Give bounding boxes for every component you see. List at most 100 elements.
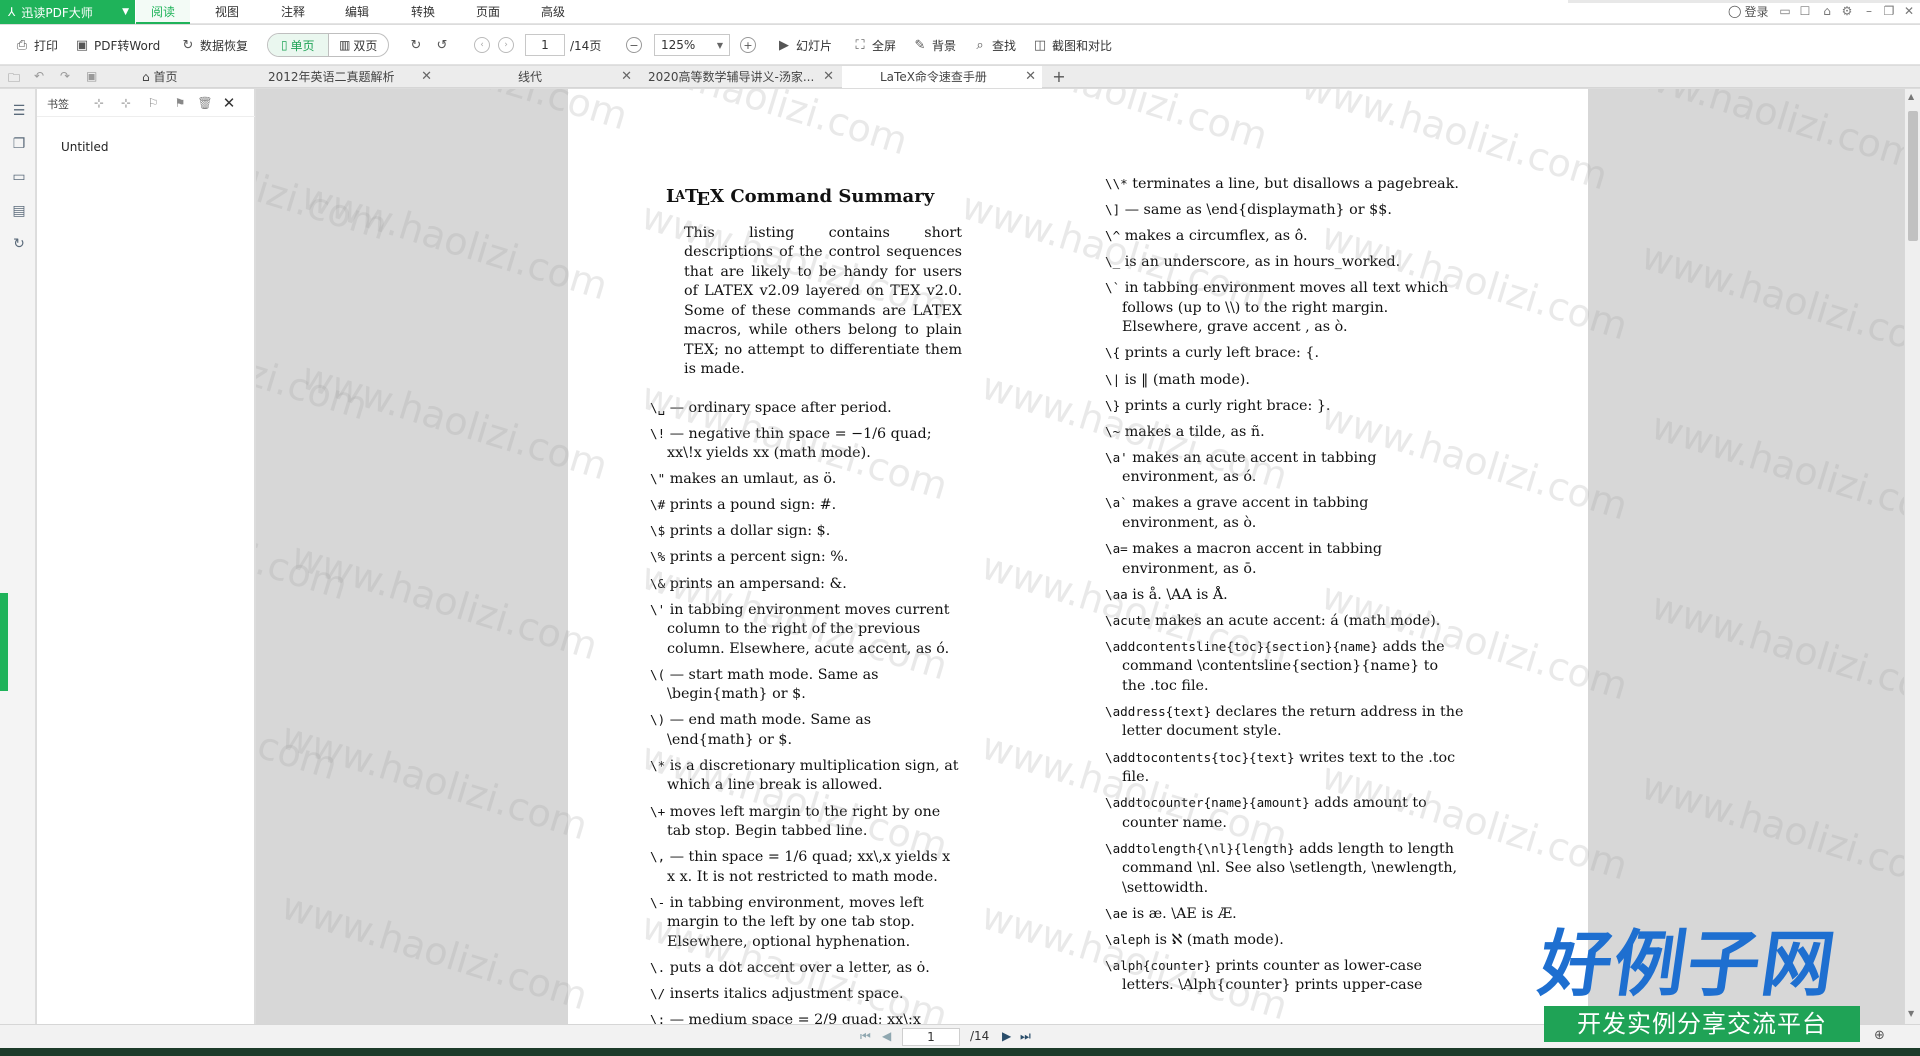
- close-window-icon[interactable]: ✕: [1900, 2, 1918, 20]
- rotate-left-icon[interactable]: ↺: [434, 34, 450, 56]
- first-page-icon[interactable]: ⏮: [860, 1029, 871, 1044]
- collapse-all-icon[interactable]: ⊹: [118, 95, 134, 111]
- vertical-scrollbar[interactable]: ▲ ▼: [1904, 89, 1920, 1024]
- ribbon-tab-annotate[interactable]: 注释: [266, 0, 320, 24]
- tab-math-notes[interactable]: 2020高等数学辅导讲义-汤家... ✕: [640, 66, 840, 88]
- next-page-icon[interactable]: ›: [498, 34, 514, 56]
- close-tab-icon[interactable]: ✕: [421, 66, 432, 88]
- login-button[interactable]: ◯ 登录: [1728, 2, 1768, 20]
- rotate-right-icon[interactable]: ↻: [408, 34, 424, 56]
- command-name: \*: [650, 757, 666, 773]
- skin-icon[interactable]: ⌂: [1818, 2, 1836, 20]
- left-tool-rail: ☰ ❐ ▭ ▤ ↻: [0, 89, 36, 1024]
- tab-home[interactable]: ⌂ 首页: [136, 66, 246, 88]
- ribbon-tab-read[interactable]: 阅读: [136, 0, 190, 24]
- scroll-down-icon[interactable]: ▼: [1908, 1009, 1914, 1018]
- pdf-to-word-button[interactable]: ▣ PDF转Word: [74, 34, 160, 56]
- save-icon[interactable]: ▣: [86, 69, 102, 85]
- user-icon: ◯: [1728, 4, 1742, 18]
- single-page-button[interactable]: ▯ 单页: [268, 34, 329, 56]
- command-name: \aa: [1105, 586, 1128, 602]
- chevron-down-icon: ▼: [122, 7, 129, 17]
- ribbon-tab-convert[interactable]: 转换: [396, 0, 450, 24]
- bookmark-item[interactable]: Untitled: [61, 140, 108, 154]
- close-tab-icon[interactable]: ✕: [823, 66, 834, 88]
- command-entry: \# prints a pound sign: #.: [650, 495, 962, 516]
- command-name: \addtocounter{name}{amount}: [1105, 795, 1310, 811]
- last-page-icon[interactable]: ⏭: [1020, 1029, 1031, 1044]
- edit-bookmark-icon[interactable]: ⚑: [172, 95, 188, 111]
- comments-icon[interactable]: ▭: [10, 168, 28, 186]
- tab-linear-algebra[interactable]: 线代 ✕: [440, 66, 638, 88]
- zoom-in-icon[interactable]: +: [740, 34, 756, 56]
- ribbon-tab-page[interactable]: 页面: [461, 0, 515, 24]
- ribbon-tab-edit[interactable]: 编辑: [330, 0, 384, 24]
- command-description: prints a curly right brace: }.: [1120, 397, 1331, 414]
- word-convert-icon: ▣: [75, 37, 89, 53]
- watermark: www.haolizi.com: [276, 713, 593, 849]
- bookmark-list-icon[interactable]: ☰: [10, 102, 28, 120]
- command-name: \(: [650, 666, 666, 682]
- command-name: \␣: [650, 399, 666, 415]
- command-name: \': [650, 601, 666, 617]
- fullscreen-button[interactable]: ⛶ 全屏: [852, 34, 896, 56]
- panel-collapse-handle[interactable]: [0, 593, 8, 691]
- redo-icon[interactable]: ↷: [60, 69, 76, 85]
- open-folder-icon[interactable]: 🗀: [8, 69, 24, 85]
- zoom-select[interactable]: 125% ▼: [654, 34, 730, 56]
- prev-page-icon[interactable]: ◀: [882, 1029, 891, 1043]
- message-icon[interactable]: ▭: [1776, 2, 1794, 20]
- zoom-in-icon[interactable]: ⊕: [1874, 1028, 1885, 1043]
- data-recover-button[interactable]: ↻ 数据恢复: [180, 34, 248, 56]
- prev-page-icon[interactable]: ‹: [474, 34, 490, 56]
- double-page-icon: ▥: [339, 38, 351, 52]
- close-tab-icon[interactable]: ✕: [621, 66, 632, 88]
- app-menu-button[interactable]: ⅄ 迅读PDF大师 ▼: [0, 0, 135, 24]
- home-icon: ⌂: [142, 70, 150, 84]
- command-name: \aleph: [1105, 931, 1151, 947]
- undo-icon[interactable]: ↶: [34, 69, 50, 85]
- next-page-icon[interactable]: ▶: [1002, 1029, 1011, 1043]
- command-entry: \& prints an ampersand: &.: [650, 574, 962, 595]
- slideshow-button[interactable]: ▶ 幻灯片: [776, 34, 832, 56]
- restore-icon[interactable]: ❐: [1880, 2, 1898, 20]
- feedback-icon[interactable]: ☐: [1796, 2, 1814, 20]
- command-name: \ae: [1105, 905, 1128, 921]
- scrollbar-thumb[interactable]: [1908, 111, 1918, 241]
- close-panel-icon[interactable]: ✕: [221, 94, 237, 112]
- command-entry: \aleph is ℵ (math mode).: [1105, 930, 1465, 951]
- ribbon-tab-view[interactable]: 视图: [200, 0, 254, 24]
- thumbnails-icon[interactable]: ❐: [10, 135, 28, 153]
- command-name: \-: [650, 894, 666, 910]
- print-button[interactable]: ⎙ 打印: [14, 34, 58, 56]
- printer-icon: ⎙: [16, 37, 28, 53]
- attachments-icon[interactable]: ▤: [10, 202, 28, 220]
- expand-all-icon[interactable]: ⊹: [91, 95, 107, 111]
- history-icon[interactable]: ↻: [10, 235, 28, 253]
- settings-gear-icon[interactable]: ⚙: [1838, 2, 1856, 20]
- search-icon: ⌕: [976, 37, 984, 53]
- tab-latex-manual[interactable]: LaTeX命令速查手册 ✕: [842, 66, 1042, 88]
- command-description: makes a tilde, as ñ.: [1120, 423, 1265, 440]
- bottom-page-input[interactable]: 1: [902, 1028, 960, 1046]
- find-button[interactable]: ⌕ 查找: [972, 34, 1016, 56]
- zoom-out-icon[interactable]: −: [626, 34, 642, 56]
- command-description: — medium space = 2/9 quad; xx\:x yields …: [669, 1012, 921, 1024]
- minimize-icon[interactable]: –: [1860, 2, 1878, 20]
- screenshot-compare-button[interactable]: ◫ 截图和对比: [1032, 34, 1112, 56]
- delete-bookmark-icon[interactable]: 🗑: [197, 95, 213, 111]
- command-name: \": [650, 471, 666, 487]
- new-tab-icon[interactable]: +: [1050, 66, 1068, 88]
- page-number-input[interactable]: 1: [525, 34, 565, 56]
- double-page-button[interactable]: ▥ 双页: [329, 34, 389, 56]
- ribbon-tab-advanced[interactable]: 高级: [526, 0, 580, 24]
- command-description: — end math mode. Same as \end{math} or $…: [665, 712, 872, 748]
- scroll-up-icon[interactable]: ▲: [1908, 92, 1914, 101]
- command-description: makes an umlaut, as ö.: [665, 471, 837, 488]
- close-tab-icon[interactable]: ✕: [1025, 66, 1036, 88]
- watermark: www.haolizi.com: [256, 473, 353, 609]
- command-entry: \a' makes an acute accent in tabbing env…: [1105, 448, 1465, 488]
- tab-english-exam[interactable]: 2012年英语二真题解析 ✕: [260, 66, 438, 88]
- add-bookmark-icon[interactable]: ⚐: [145, 95, 161, 111]
- background-button[interactable]: ✎ 背景: [912, 34, 956, 56]
